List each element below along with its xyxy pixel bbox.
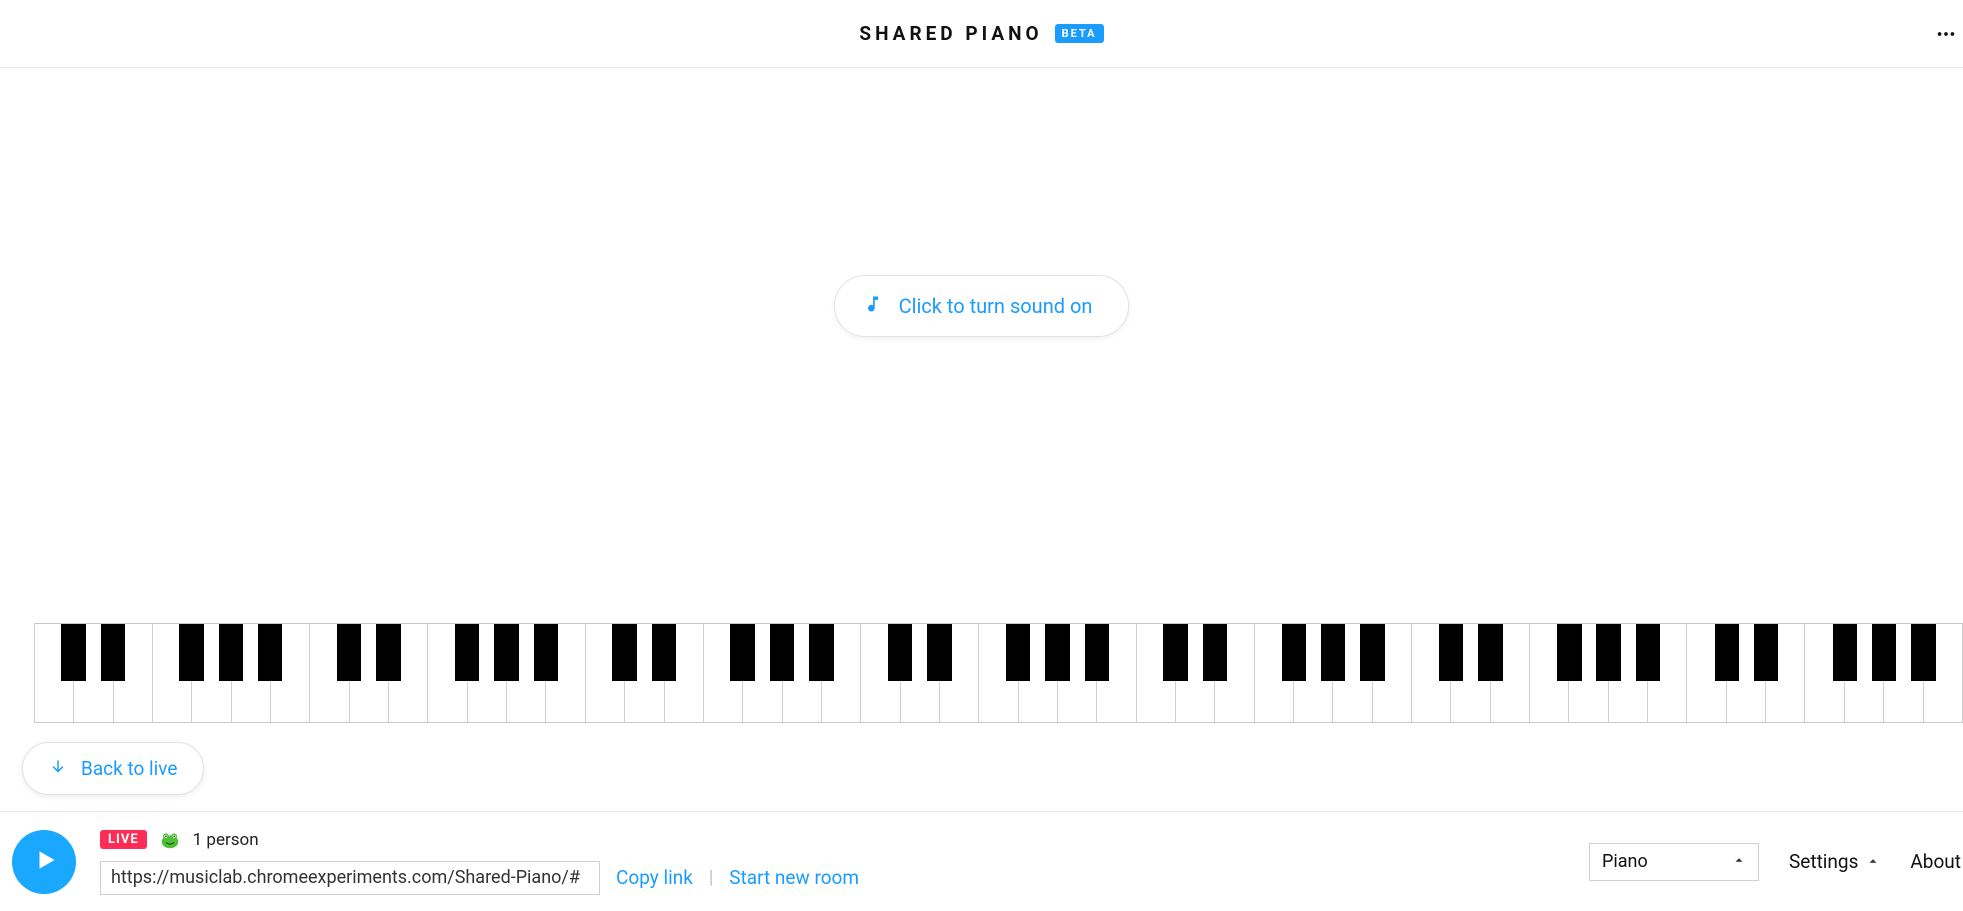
start-new-room-button[interactable]: Start new room [729,866,859,889]
chevron-up-icon [1732,851,1746,872]
black-key[interactable] [809,624,833,681]
black-key[interactable] [1911,624,1935,681]
music-note-icon [863,292,883,320]
black-key[interactable] [1754,624,1778,681]
black-key[interactable] [612,624,636,681]
black-key[interactable] [1478,624,1502,681]
user-avatar-frog [159,829,181,851]
chevron-up-icon [1866,850,1880,873]
black-key[interactable] [1203,624,1227,681]
app-title: SHARED PIANO BETA [859,22,1103,45]
black-key[interactable] [1321,624,1345,681]
instrument-select[interactable]: Piano [1589,843,1759,881]
person-count: 1 person [193,830,259,850]
black-key[interactable] [1715,624,1739,681]
enable-sound-button[interactable]: Click to turn sound on [834,275,1130,337]
black-key[interactable] [1439,624,1463,681]
black-key[interactable] [179,624,203,681]
play-icon [29,847,59,877]
black-key[interactable] [1163,624,1187,681]
black-key[interactable] [1833,624,1857,681]
play-button[interactable] [12,830,76,894]
room-url-input[interactable] [100,861,600,895]
header-menu-icon[interactable] [1935,0,1963,67]
black-key[interactable] [455,624,479,681]
black-key[interactable] [337,624,361,681]
black-key[interactable] [927,624,951,681]
black-key[interactable] [1085,624,1109,681]
black-key[interactable] [61,624,85,681]
beta-badge: BETA [1055,24,1104,43]
black-key[interactable] [1006,624,1030,681]
status-row: LIVE 1 person [100,829,859,851]
settings-button[interactable]: Settings [1789,850,1880,873]
black-key[interactable] [1557,624,1581,681]
black-key[interactable] [770,624,794,681]
enable-sound-label: Click to turn sound on [899,294,1093,318]
header: SHARED PIANO BETA [0,0,1963,68]
black-key[interactable] [888,624,912,681]
black-key[interactable] [376,624,400,681]
black-key[interactable] [1045,624,1069,681]
live-badge: LIVE [100,830,147,849]
black-key[interactable] [101,624,125,681]
black-key[interactable] [1872,624,1896,681]
arrow-down-icon [49,758,67,780]
black-key[interactable] [1282,624,1306,681]
back-to-live-button[interactable]: Back to live [22,742,204,795]
about-link[interactable]: About [1910,850,1963,873]
settings-label: Settings [1789,850,1858,873]
instrument-selected-label: Piano [1602,851,1648,872]
footer: LIVE 1 person Cop [0,811,1963,911]
black-key[interactable] [258,624,282,681]
piano-keyboard[interactable] [34,623,1963,723]
black-key[interactable] [730,624,754,681]
black-key[interactable] [219,624,243,681]
black-key[interactable] [494,624,518,681]
app-title-text: SHARED PIANO [859,22,1042,45]
main-area: Click to turn sound on Back to live [0,68,1963,811]
share-row: Copy link | Start new room [100,861,859,895]
copy-link-button[interactable]: Copy link [616,866,693,889]
black-key[interactable] [1360,624,1384,681]
black-key[interactable] [1596,624,1620,681]
divider: | [709,867,713,888]
black-key[interactable] [534,624,558,681]
back-to-live-label: Back to live [81,757,177,780]
black-key[interactable] [1636,624,1660,681]
black-key[interactable] [652,624,676,681]
